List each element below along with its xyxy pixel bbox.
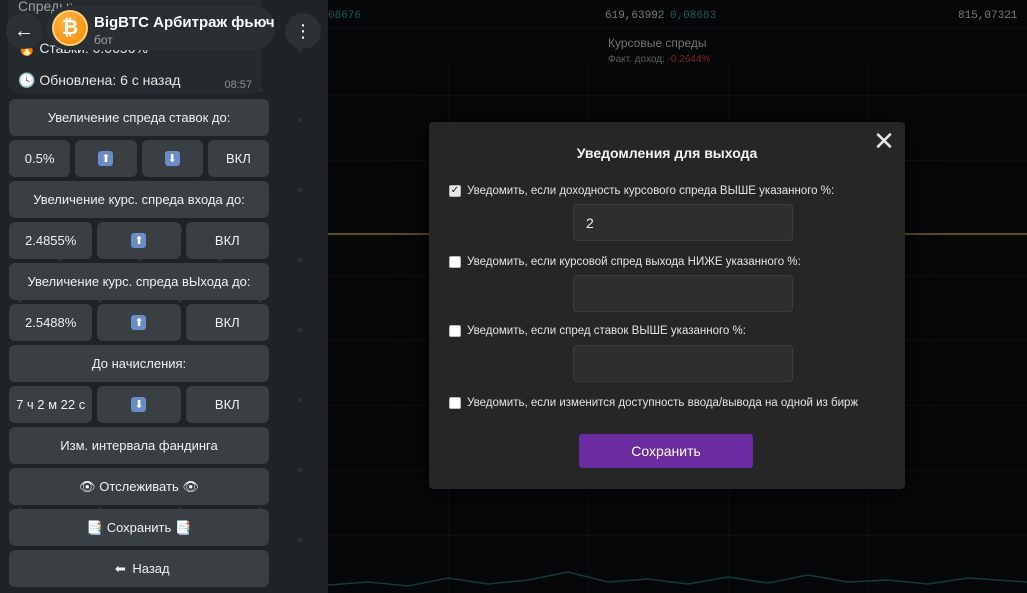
accrual-toggle-button[interactable]: ВКЛ [185,386,269,423]
option-label: Уведомить, если изменится доступность вв… [467,397,859,409]
kb-row-exit: 2.5488% ⬆ ВКЛ [9,304,269,341]
bitcoin-icon: ₿ [61,16,79,39]
entry-value-button[interactable]: 2.4855% [9,222,93,259]
page-icon: 📑 [175,519,192,535]
kb-row-entry: 2.4855% ⬆ ВКЛ [9,222,269,259]
kb-row-track: 👁 Отслеживать 👁 [9,468,269,505]
option-label: Уведомить, если спред ставок ВЫШЕ указан… [467,325,746,337]
bot-subtitle: бот [94,33,113,47]
option-exit-spread-below[interactable]: Уведомить, если курсовой спред выхода НИ… [449,256,801,268]
telegram-panel: Спреды: Ку 🔥 Ставки: 0.0656% 🕓 Обновлена… [0,0,328,593]
track-button[interactable]: 👁 Отслеживать 👁 [9,468,269,505]
more-menu-button[interactable]: ⋮ [285,13,321,49]
arrow-left-icon: ← [14,19,34,42]
funding-down-button[interactable]: ⬇ [141,140,203,177]
eye-icon: 👁 [79,478,96,494]
option-label: Уведомить, если доходность курсового спр… [467,185,835,197]
kb-row-funding: 0.5% ⬆ ⬇ ВКЛ [9,140,269,177]
kb-row-funding-label: Увеличение спреда ставок до: [9,99,269,136]
kb-row-accrual-label: До начисления: [9,345,269,382]
arrow-down-icon: ⬇ [164,151,180,166]
kb-row-entry-label: Увеличение курс. спреда входа до: [9,181,269,218]
kb-row-accrual: 7 ч 2 м 22 с ⬇ ВКЛ [9,386,269,423]
exit-value-button[interactable]: 2.5488% [9,304,93,341]
exit-toggle-button[interactable]: ВКЛ [185,304,269,341]
exit-notifications-modal: ✕ Уведомления для выхода ✓ Уведомить, ес… [429,122,905,489]
rate-spread-above-input[interactable] [573,204,793,241]
checkbox-deposit-withdraw-change[interactable] [449,397,461,409]
option-label: Уведомить, если курсовой спред выхода НИ… [467,256,801,268]
option-deposit-withdraw-change[interactable]: Уведомить, если изменится доступность вв… [449,397,858,409]
save-keyboard-button[interactable]: 📑 Сохранить 📑 [9,509,269,546]
bot-title: BigBTC Арбитраж фьюче [94,14,274,31]
back-arrow-button[interactable]: ← [6,13,42,49]
exit-increase-button[interactable]: Увеличение курс. спреда вЫхода до: [9,263,269,300]
message-time: 08:57 [224,79,252,91]
funding-value-button[interactable]: 0.5% [9,140,71,177]
funding-up-button[interactable]: ⬆ [75,140,137,177]
arrow-up-icon: ⬆ [98,151,114,166]
checkbox-exit-spread-below[interactable] [449,256,461,268]
save-button[interactable]: Сохранить [579,434,753,468]
funding-increase-button[interactable]: Увеличение спреда ставок до: [9,99,269,136]
back-keyboard-label: Назад [132,561,170,576]
back-keyboard-button[interactable]: ⬅ Назад [9,550,269,587]
chat-header: ← ₿ BigBTC Арбитраж фьюче бот ⋮ [0,0,328,50]
arrow-left-icon: ⬅ [114,560,126,576]
arrow-up-icon: ⬆ [131,315,147,330]
checkbox-rate-spread-above[interactable]: ✓ [449,185,461,197]
entry-increase-button[interactable]: Увеличение курс. спреда входа до: [9,181,269,218]
track-label: Отслеживать [99,479,179,494]
accrual-value-button[interactable]: 7 ч 2 м 22 с [9,386,93,423]
kebab-menu-icon: ⋮ [294,20,312,41]
funding-spread-above-input[interactable] [573,345,793,382]
arrow-down-icon: ⬇ [131,397,147,412]
kb-row-exit-label: Увеличение курс. спреда вЫхода до: [9,263,269,300]
option-rate-spread-above[interactable]: ✓ Уведомить, если доходность курсового с… [449,185,834,197]
entry-toggle-button[interactable]: ВКЛ [185,222,269,259]
checkmark-icon: ✓ [450,185,460,196]
save-keyboard-label: Сохранить [106,520,172,535]
entry-up-button[interactable]: ⬆ [97,222,181,259]
arrow-up-icon: ⬆ [131,233,147,248]
bot-avatar[interactable]: ₿ [52,10,88,46]
page-icon: 📑 [86,519,103,535]
accrual-down-button[interactable]: ⬇ [97,386,181,423]
funding-interval-button[interactable]: Изм. интервала фандинга [9,427,269,464]
exit-up-button[interactable]: ⬆ [97,304,181,341]
accrual-label-button[interactable]: До начисления: [9,345,269,382]
option-funding-spread-above[interactable]: Уведомить, если спред ставок ВЫШЕ указан… [449,325,746,337]
checkbox-funding-spread-above[interactable] [449,325,461,337]
eye-icon: 👁 [182,478,199,494]
kb-row-interval: Изм. интервала фандинга [9,427,269,464]
message-line-updated: 🕓 Обновлена: 6 с назад [18,72,181,88]
kb-row-save: 📑 Сохранить 📑 [9,509,269,546]
funding-toggle-button[interactable]: ВКЛ [207,140,269,177]
exit-spread-below-input[interactable] [573,275,793,312]
chat-title-bar[interactable]: ₿ BigBTC Арбитраж фьюче бот [46,6,275,50]
kb-row-back: ⬅ Назад [9,550,269,587]
modal-title: Уведомления для выхода [576,145,758,161]
